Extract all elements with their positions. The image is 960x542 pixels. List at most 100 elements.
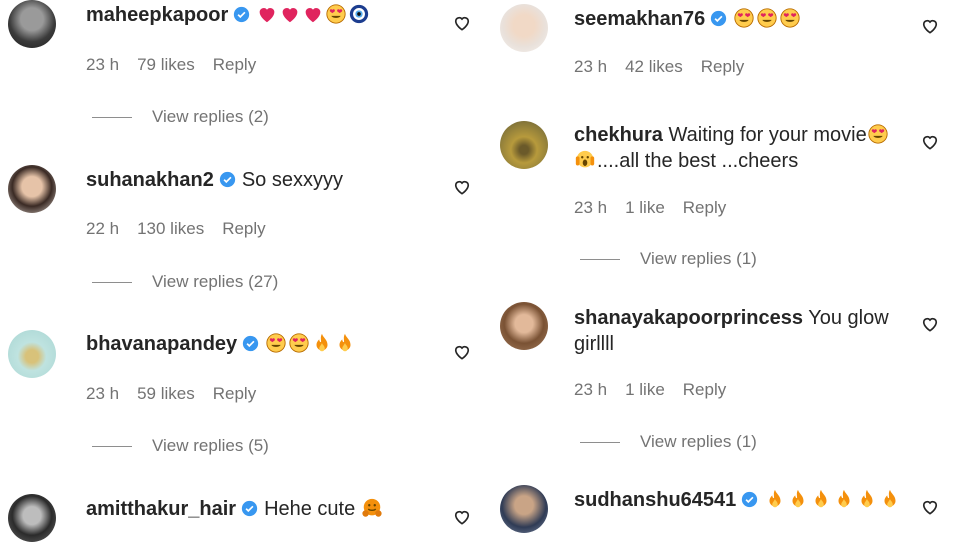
emoji-group: [764, 489, 902, 511]
heart-eyes-emoji-icon: [780, 8, 800, 28]
like-count[interactable]: 42 likes: [625, 57, 683, 76]
heart-eyes-emoji-icon: [266, 333, 286, 353]
like-heart-icon[interactable]: [452, 13, 472, 33]
heart-eyes-emoji-icon: [757, 8, 777, 28]
comment-meta: 23 h 42 likes Reply: [574, 57, 762, 77]
avatar[interactable]: [8, 330, 56, 378]
avatar[interactable]: [8, 165, 56, 213]
like-heart-icon[interactable]: [920, 314, 940, 334]
verified-badge-icon: [742, 491, 758, 508]
view-replies-button[interactable]: View replies (1): [580, 432, 757, 452]
username-link[interactable]: maheepkapoor: [86, 4, 228, 26]
view-replies-label: View replies (1): [640, 432, 757, 451]
timestamp: 23 h: [574, 198, 608, 217]
like-heart-icon[interactable]: [920, 497, 940, 517]
heart-eyes-emoji-icon: [326, 4, 346, 24]
divider-line: [92, 282, 132, 284]
fire-emoji-icon: [339, 333, 351, 352]
like-heart-icon[interactable]: [452, 342, 472, 362]
reply-button[interactable]: Reply: [213, 384, 256, 403]
reply-button[interactable]: Reply: [683, 380, 726, 399]
reply-button[interactable]: Reply: [701, 57, 744, 76]
like-count[interactable]: 79 likes: [137, 55, 195, 74]
nazar-emoji-icon: [350, 4, 369, 24]
like-heart-icon[interactable]: [452, 507, 472, 527]
username-link[interactable]: amitthakur_hair: [86, 498, 236, 520]
verified-badge-icon: [711, 10, 727, 27]
username-link[interactable]: suhanakhan2: [86, 169, 214, 191]
timestamp: 23 h: [86, 55, 120, 74]
fire-emoji-icon: [884, 489, 896, 508]
username-link[interactable]: bhavanapandey: [86, 333, 237, 355]
like-heart-icon[interactable]: [452, 177, 472, 197]
view-replies-label: View replies (1): [640, 249, 757, 268]
reply-button[interactable]: Reply: [683, 198, 726, 217]
timestamp: 23 h: [574, 57, 608, 76]
comment-text-line2: ....all the best ...cheers: [597, 150, 799, 172]
timestamp: 23 h: [86, 384, 120, 403]
comment-body: maheepkapoor: [86, 2, 371, 28]
like-heart-icon[interactable]: [920, 16, 940, 36]
screaming-emoji-icon: [575, 150, 595, 168]
comment-meta: 23 h 1 like Reply: [574, 380, 744, 400]
timestamp: 22 h: [86, 219, 120, 238]
emoji-group: [265, 333, 357, 355]
comment-text: Hehe cute: [264, 498, 356, 520]
verified-badge-icon: [241, 500, 258, 517]
avatar[interactable]: [500, 302, 548, 350]
avatar[interactable]: [500, 121, 548, 169]
comment-body: sudhanshu64541: [574, 487, 902, 513]
divider-line: [580, 442, 620, 444]
divider-line: [92, 117, 132, 119]
view-replies-label: View replies (2): [152, 107, 269, 126]
verified-badge-icon: [243, 335, 259, 352]
avatar[interactable]: [500, 485, 548, 533]
like-heart-icon[interactable]: [920, 132, 940, 152]
like-count[interactable]: 1 like: [625, 198, 665, 217]
comment-meta: 23 h 59 likes Reply: [86, 384, 274, 404]
reply-button[interactable]: Reply: [222, 219, 265, 238]
heart-emoji-icon: [259, 8, 275, 23]
fire-emoji-icon: [815, 489, 827, 508]
like-count[interactable]: 59 likes: [137, 384, 195, 403]
divider-line: [92, 446, 132, 448]
comment-text-line2: girllll: [574, 333, 614, 355]
username-link[interactable]: shanayakapoorprincess: [574, 307, 803, 329]
heart-eyes-emoji-icon: [289, 333, 309, 353]
view-replies-button[interactable]: View replies (5): [92, 436, 269, 456]
comment-body: suhanakhan2 So sexxyyy: [86, 167, 343, 193]
divider-line: [580, 259, 620, 261]
view-replies-button[interactable]: View replies (1): [580, 249, 757, 269]
emoji-group: [733, 8, 802, 30]
comment-body: amitthakur_hair Hehe cute: [86, 496, 384, 522]
username-link[interactable]: chekhura: [574, 124, 663, 146]
comments-column-right: seemakhan76 23 h 42 likes Reply chekhura W…: [490, 0, 960, 540]
fire-emoji-icon: [316, 333, 328, 352]
fire-emoji-icon: [861, 489, 873, 508]
username-link[interactable]: seemakhan76: [574, 8, 705, 30]
avatar[interactable]: [8, 0, 56, 48]
fire-emoji-icon: [792, 489, 804, 508]
reply-button[interactable]: Reply: [213, 55, 256, 74]
comment-body: bhavanapandey: [86, 331, 357, 357]
comment-meta: 23 h 1 like Reply: [574, 198, 744, 218]
avatar[interactable]: [500, 4, 548, 52]
heart-emoji-icon: [305, 8, 321, 23]
heart-eyes-emoji-icon: [734, 8, 754, 28]
fire-emoji-icon: [769, 489, 781, 508]
comment-text: So sexxyyy: [241, 169, 343, 191]
avatar[interactable]: [8, 494, 56, 542]
verified-badge-icon: [219, 171, 235, 188]
view-replies-label: View replies (5): [152, 436, 269, 455]
username-link[interactable]: sudhanshu64541: [574, 489, 736, 511]
view-replies-button[interactable]: View replies (2): [92, 107, 269, 127]
like-count[interactable]: 130 likes: [137, 219, 204, 238]
comment-body: seemakhan76: [574, 6, 802, 32]
comment-text: You glow: [808, 307, 889, 329]
comments-column-left: maheepkapoor 23 h 79 likes Reply View repl…: [0, 0, 480, 542]
like-count[interactable]: 1 like: [625, 380, 665, 399]
view-replies-button[interactable]: View replies (27): [92, 272, 278, 292]
heart-eyes-emoji-icon: [868, 124, 888, 144]
comment-body: chekhura Waiting for your movie ....all t…: [574, 122, 904, 174]
timestamp: 23 h: [574, 380, 608, 399]
